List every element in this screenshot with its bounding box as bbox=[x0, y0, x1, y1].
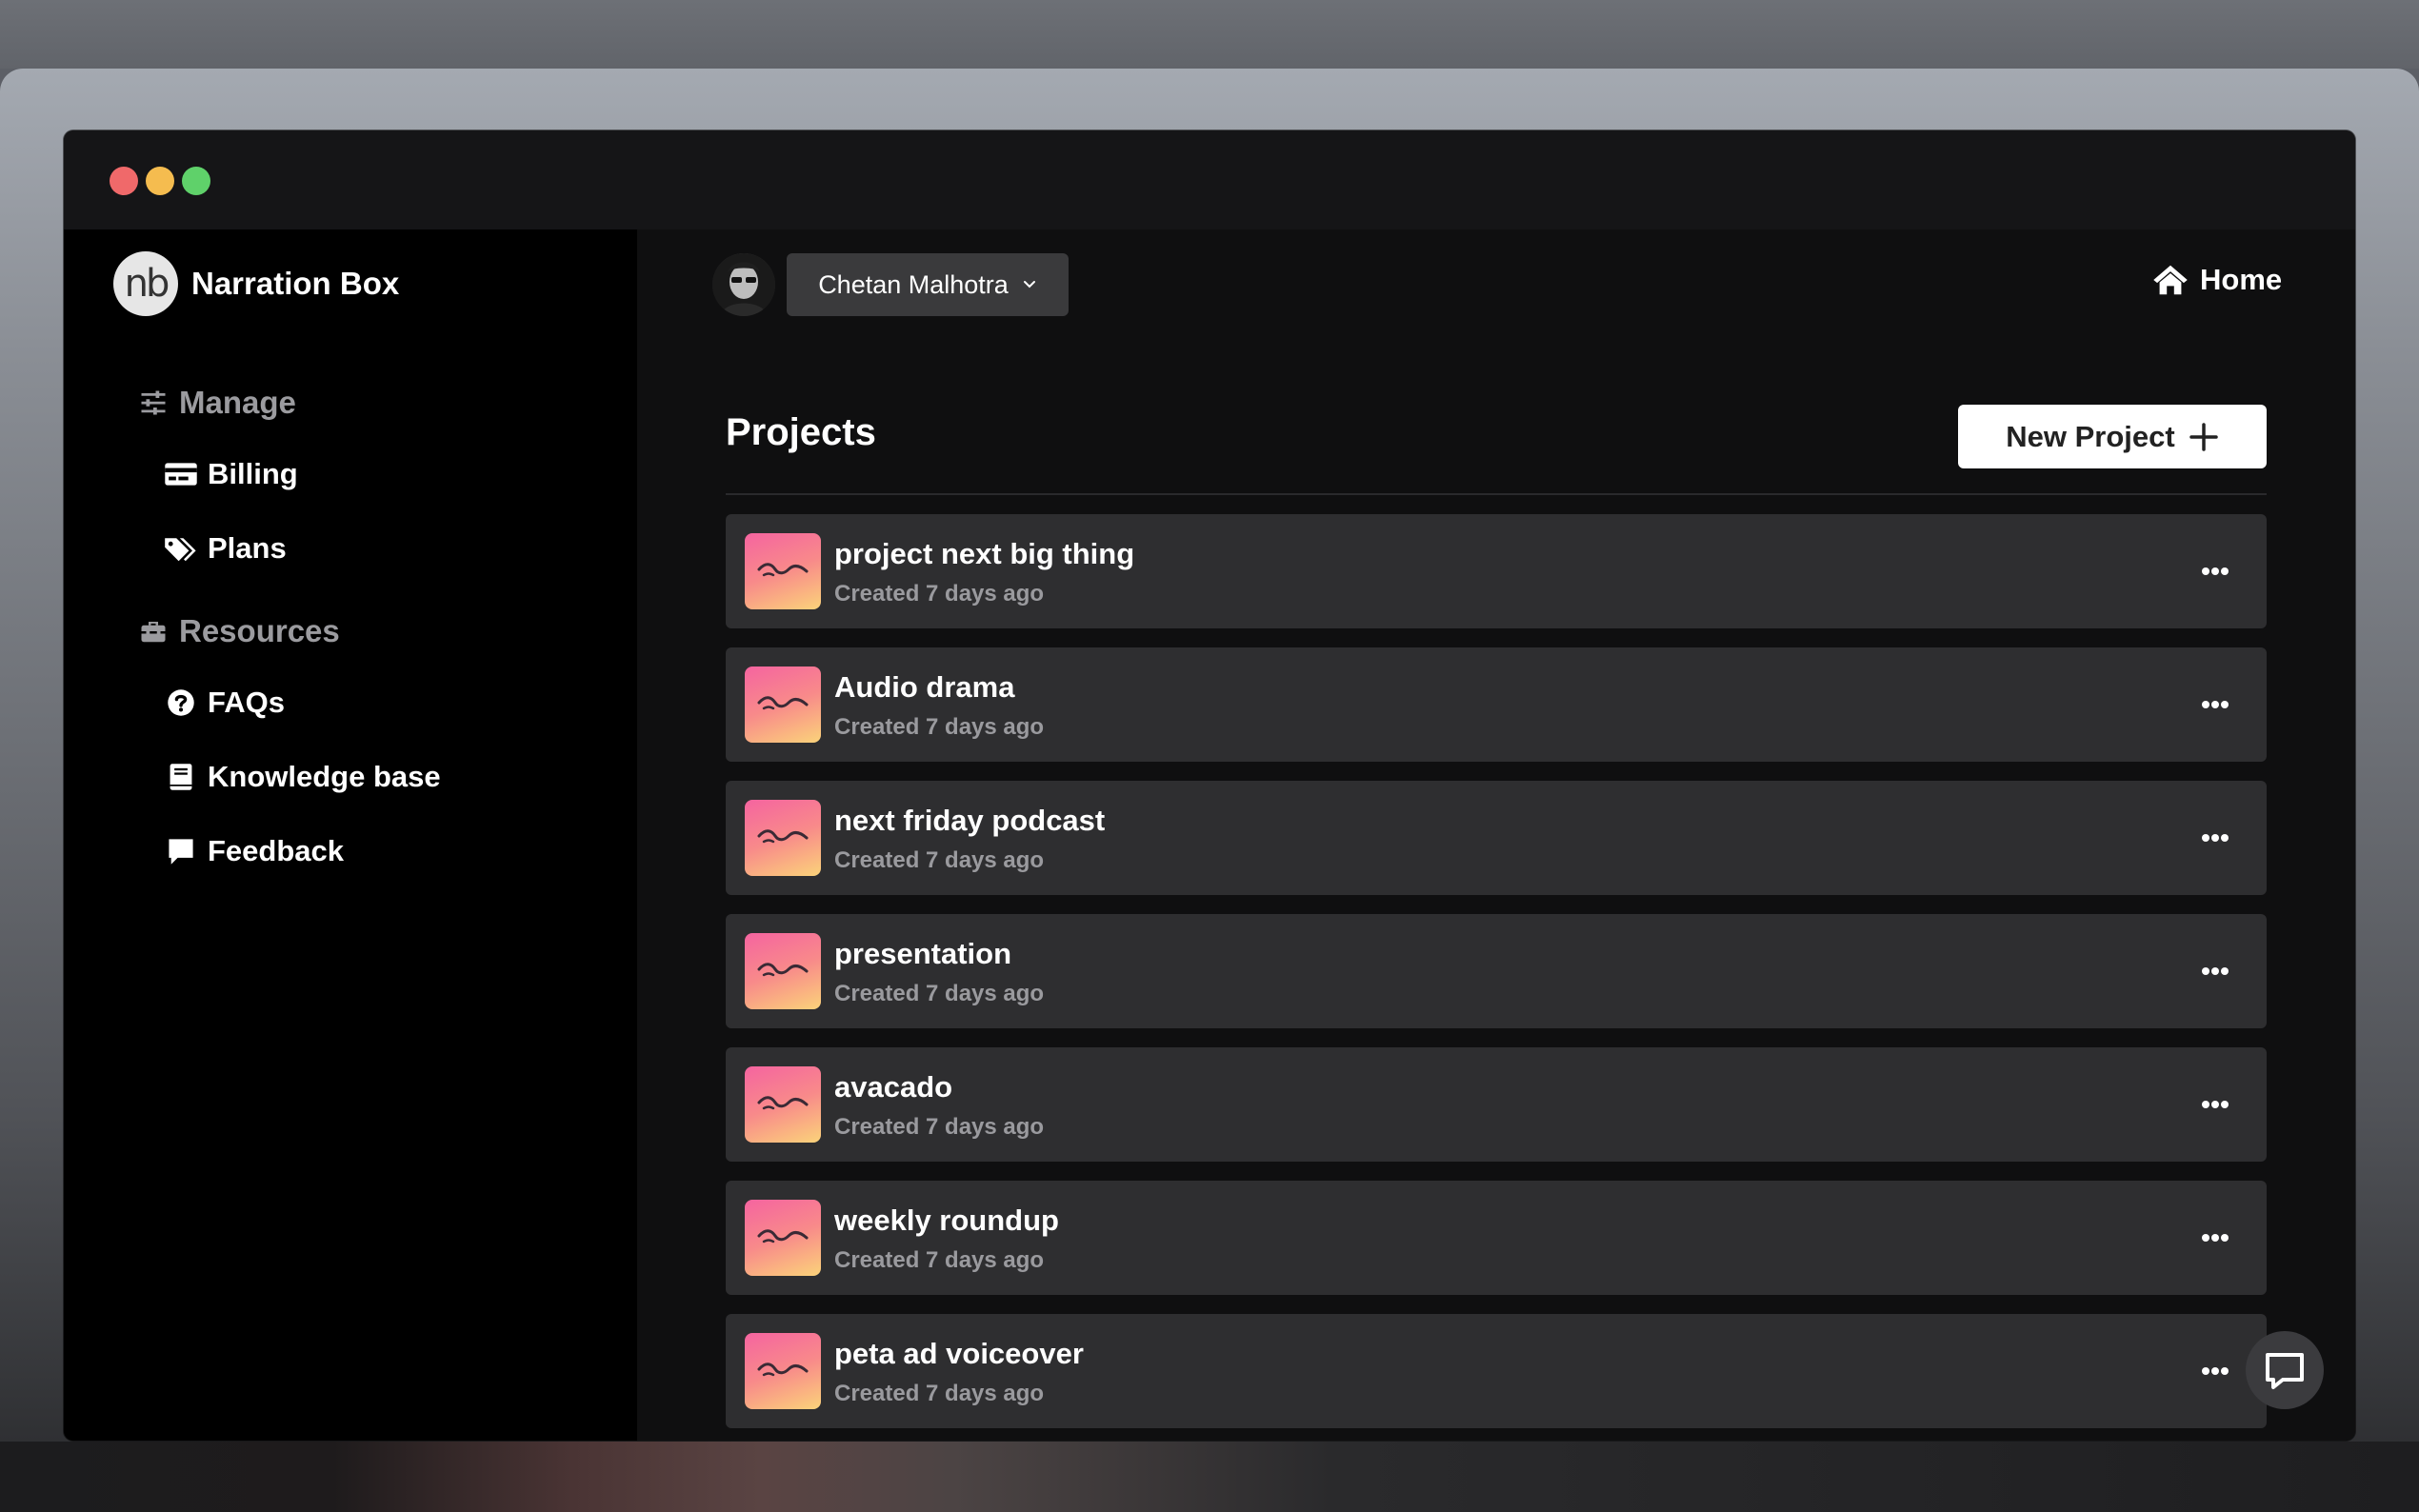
new-project-button[interactable]: New Project bbox=[1958, 405, 2267, 468]
sidebar-item-feedback[interactable]: Feedback bbox=[164, 834, 344, 868]
project-row[interactable]: Audio drama Created 7 days ago bbox=[726, 647, 2267, 762]
more-options-icon[interactable] bbox=[2192, 1093, 2238, 1116]
sliders-icon bbox=[141, 390, 166, 415]
chevron-down-icon bbox=[1023, 281, 1035, 288]
more-options-icon[interactable] bbox=[2192, 826, 2238, 849]
wave-icon bbox=[757, 1229, 809, 1243]
user-avatar[interactable] bbox=[712, 253, 775, 316]
project-created: Created 7 days ago bbox=[834, 1247, 1045, 1273]
more-options-icon[interactable] bbox=[2192, 1360, 2238, 1383]
wave-icon bbox=[757, 963, 809, 977]
wave-icon bbox=[757, 1096, 809, 1110]
sidebar-section-resources: Resources bbox=[139, 613, 340, 649]
toolbox-icon bbox=[141, 622, 166, 643]
credit-card-icon bbox=[165, 463, 197, 486]
project-row[interactable]: project next big thing Created 7 days ag… bbox=[726, 514, 2267, 628]
project-created: Created 7 days ago bbox=[834, 581, 1045, 607]
project-row[interactable]: next friday podcast Created 7 days ago bbox=[726, 781, 2267, 895]
sidebar-item-label: Feedback bbox=[208, 834, 345, 867]
project-thumbnail bbox=[745, 800, 821, 876]
project-thumbnail bbox=[745, 933, 821, 1009]
chat-support-button[interactable] bbox=[2246, 1331, 2324, 1409]
sidebar-item-faqs[interactable]: FAQs bbox=[164, 686, 285, 720]
sidebar-item-plans[interactable]: Plans bbox=[164, 531, 287, 566]
project-row[interactable]: presentation Created 7 days ago bbox=[726, 914, 2267, 1028]
project-row[interactable]: avacado Created 7 days ago bbox=[726, 1047, 2267, 1162]
sidebar-section-manage: Manage bbox=[139, 385, 296, 421]
wave-icon bbox=[757, 563, 809, 577]
more-options-icon[interactable] bbox=[2192, 560, 2238, 583]
sidebar-item-label: FAQs bbox=[208, 686, 285, 719]
more-options-icon[interactable] bbox=[2192, 960, 2238, 983]
project-created: Created 7 days ago bbox=[834, 1381, 1045, 1406]
sidebar-item-label: Billing bbox=[208, 457, 298, 490]
sidebar-item-knowledge-base[interactable]: Knowledge base bbox=[164, 760, 441, 794]
avatar-image bbox=[712, 253, 775, 316]
project-thumbnail bbox=[745, 1200, 821, 1276]
more-options-icon[interactable] bbox=[2192, 1226, 2238, 1249]
new-project-label: New Project bbox=[2006, 419, 2175, 453]
project-thumbnail bbox=[745, 1066, 821, 1143]
project-created: Created 7 days ago bbox=[834, 714, 1045, 740]
sidebar-section-label: Manage bbox=[179, 385, 296, 420]
wave-icon bbox=[757, 1363, 809, 1377]
project-row[interactable]: weekly roundup Created 7 days ago bbox=[726, 1181, 2267, 1295]
project-thumbnail bbox=[745, 533, 821, 609]
sidebar-item-label: Knowledge base bbox=[208, 760, 441, 793]
project-created: Created 7 days ago bbox=[834, 981, 1045, 1006]
desktop-dock-area bbox=[0, 1442, 2419, 1512]
project-thumbnail bbox=[745, 1333, 821, 1409]
user-menu-button[interactable]: Chetan Malhotra bbox=[787, 253, 1069, 316]
project-row[interactable]: peta ad voiceover Created 7 days ago bbox=[726, 1314, 2267, 1428]
project-created: Created 7 days ago bbox=[834, 847, 1045, 873]
close-window-button[interactable] bbox=[110, 167, 138, 195]
more-options-icon[interactable] bbox=[2192, 693, 2238, 716]
minimize-window-button[interactable] bbox=[146, 167, 174, 195]
window-titlebar bbox=[64, 130, 2355, 229]
header-divider bbox=[726, 493, 2267, 495]
desktop-background-top bbox=[0, 0, 2419, 69]
home-link[interactable]: Home bbox=[2152, 263, 2282, 297]
chat-bubble-icon bbox=[2266, 1353, 2304, 1389]
home-icon bbox=[2153, 265, 2188, 295]
sidebar-section-label: Resources bbox=[179, 613, 340, 648]
question-circle-icon bbox=[168, 689, 194, 716]
project-name[interactable]: weekly roundup bbox=[834, 1204, 1059, 1238]
project-name[interactable]: next friday podcast bbox=[834, 804, 1105, 838]
sidebar-item-billing[interactable]: Billing bbox=[164, 457, 298, 491]
book-icon bbox=[170, 764, 192, 790]
tags-icon bbox=[165, 538, 196, 562]
brand[interactable]: nb Narration Box bbox=[113, 251, 399, 316]
sidebar-item-label: Plans bbox=[208, 531, 287, 565]
brand-logo: nb bbox=[113, 251, 178, 316]
project-thumbnail bbox=[745, 666, 821, 743]
page-title: Projects bbox=[726, 411, 876, 453]
project-name[interactable]: Audio drama bbox=[834, 670, 1014, 705]
project-name[interactable]: peta ad voiceover bbox=[834, 1337, 1084, 1371]
maximize-window-button[interactable] bbox=[182, 167, 210, 195]
plus-icon bbox=[2189, 422, 2218, 451]
project-name[interactable]: avacado bbox=[834, 1070, 952, 1104]
project-name[interactable]: project next big thing bbox=[834, 537, 1134, 571]
home-label: Home bbox=[2200, 263, 2283, 296]
wave-icon bbox=[757, 829, 809, 844]
brand-name: Narration Box bbox=[191, 266, 400, 301]
user-name: Chetan Malhotra bbox=[818, 269, 1009, 299]
project-created: Created 7 days ago bbox=[834, 1114, 1045, 1140]
wave-icon bbox=[757, 696, 809, 710]
comment-icon bbox=[169, 839, 193, 865]
project-name[interactable]: presentation bbox=[834, 937, 1011, 971]
